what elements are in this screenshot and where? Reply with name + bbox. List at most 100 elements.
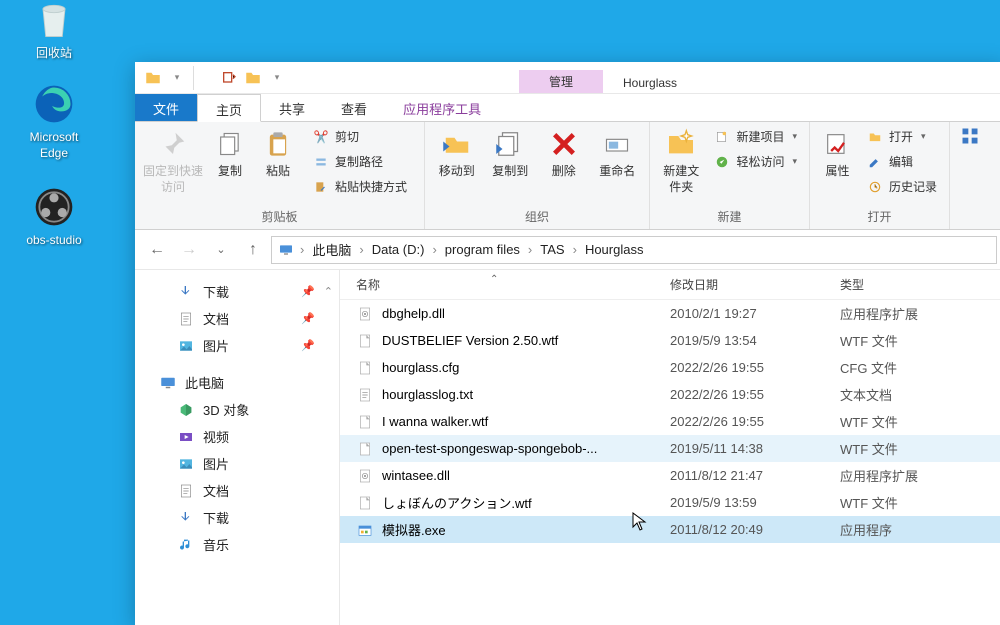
tab-share[interactable]: 共享 bbox=[261, 94, 323, 121]
sidebar-item-documents[interactable]: 文档📌 bbox=[135, 305, 339, 332]
column-header-date[interactable]: 修改日期 bbox=[670, 276, 840, 293]
sidebar-item-music[interactable]: 音乐 bbox=[135, 531, 339, 558]
table-row[interactable]: I wanna walker.wtf2022/2/26 19:55WTF 文件 bbox=[340, 408, 1000, 435]
delete-button[interactable]: 删除 bbox=[540, 126, 588, 180]
chevron-right-icon[interactable]: › bbox=[571, 242, 579, 257]
file-date: 2010/2/1 19:27 bbox=[670, 306, 840, 321]
sort-asc-icon: ⌃ bbox=[490, 274, 498, 285]
newfolder-button[interactable]: 新建文件夹 bbox=[658, 126, 704, 195]
copyto-icon bbox=[487, 126, 535, 162]
nav-recent-dropdown[interactable]: ⌄ bbox=[207, 236, 235, 264]
file-date: 2022/2/26 19:55 bbox=[670, 360, 840, 375]
tab-view[interactable]: 查看 bbox=[323, 94, 385, 121]
pin-icon: 📌 bbox=[301, 312, 315, 325]
sidebar-item-thispc[interactable]: 此电脑 bbox=[135, 369, 339, 396]
file-name: wintasee.dll bbox=[382, 468, 450, 483]
history-icon bbox=[867, 179, 883, 195]
table-row[interactable]: DUSTBELIEF Version 2.50.wtf2019/5/9 13:5… bbox=[340, 327, 1000, 354]
table-row[interactable]: しょぼんのアクション.wtf2019/5/9 13:59WTF 文件 bbox=[340, 489, 1000, 516]
column-header-name[interactable]: 名称⌃ bbox=[340, 276, 670, 293]
cut-icon: ✂️ bbox=[313, 129, 329, 145]
ribbon: 固定到快速访问 复制 粘贴 ✂️剪切 复制路径 粘贴快捷方式 剪贴板 bbox=[135, 122, 1000, 230]
file-type: WTF 文件 bbox=[840, 439, 1000, 458]
tab-home[interactable]: 主页 bbox=[197, 94, 261, 122]
desktop-edge[interactable]: Microsoft Edge bbox=[14, 82, 94, 161]
navigation-pane: 下载📌⌃ 文档📌 图片📌 此电脑 3D 对象 视频 bbox=[135, 270, 340, 625]
breadcrumb-programfiles[interactable]: program files bbox=[441, 240, 524, 259]
table-row[interactable]: dbghelp.dll2010/2/1 19:27应用程序扩展 bbox=[340, 300, 1000, 327]
breadcrumb-tas[interactable]: TAS bbox=[536, 240, 568, 259]
ribbon-group-organize: 组织 bbox=[433, 208, 641, 227]
copy-icon bbox=[209, 126, 251, 162]
qat-properties-button[interactable] bbox=[217, 66, 241, 90]
titlebar: ▾ ▾ 管理 Hourglass bbox=[135, 62, 1000, 94]
nav-forward-button[interactable]: → bbox=[175, 236, 203, 264]
nav-back-button[interactable]: ← bbox=[143, 236, 171, 264]
documents-icon bbox=[177, 310, 195, 328]
column-header-type[interactable]: 类型 bbox=[840, 276, 1000, 293]
chevron-right-icon[interactable]: › bbox=[298, 242, 306, 257]
breadcrumb-drive[interactable]: Data (D:) bbox=[368, 240, 429, 259]
properties-button[interactable]: 属性 bbox=[818, 126, 857, 180]
quick-access-toolbar: ▾ ▾ bbox=[135, 66, 289, 90]
sidebar-item-documents2[interactable]: 文档 bbox=[135, 477, 339, 504]
file-name: hourglasslog.txt bbox=[382, 387, 473, 402]
desktop-recycle-bin[interactable]: 回收站 bbox=[14, 0, 94, 62]
tab-apptools[interactable]: 应用程序工具 bbox=[385, 94, 499, 121]
table-row[interactable]: open-test-spongeswap-spongebob-...2019/5… bbox=[340, 435, 1000, 462]
file-type: CFG 文件 bbox=[840, 358, 1000, 377]
open-button[interactable]: 打开▾ bbox=[863, 126, 941, 147]
sidebar-item-videos[interactable]: 视频 bbox=[135, 423, 339, 450]
table-row[interactable]: hourglass.cfg2022/2/26 19:55CFG 文件 bbox=[340, 354, 1000, 381]
nav-up-button[interactable]: ↑ bbox=[239, 236, 267, 264]
moveto-button[interactable]: 移动到 bbox=[433, 126, 481, 180]
rename-button[interactable]: 重命名 bbox=[594, 126, 642, 180]
copy-button[interactable]: 复制 bbox=[209, 126, 251, 180]
file-type-icon bbox=[356, 305, 374, 323]
paste-button[interactable]: 粘贴 bbox=[257, 126, 299, 180]
table-row[interactable]: 模拟器.exe2011/8/12 20:49应用程序 bbox=[340, 516, 1000, 543]
copyto-button[interactable]: 复制到 bbox=[487, 126, 535, 180]
sidebar-item-pictures2[interactable]: 图片 bbox=[135, 450, 339, 477]
chevron-right-icon[interactable]: › bbox=[357, 242, 365, 257]
context-tab-header: 管理 bbox=[519, 70, 603, 93]
open-icon bbox=[867, 129, 883, 145]
pin-quickaccess-button[interactable]: 固定到快速访问 bbox=[143, 126, 203, 195]
table-row[interactable]: wintasee.dll2011/8/12 21:47应用程序扩展 bbox=[340, 462, 1000, 489]
chevron-right-icon[interactable]: › bbox=[430, 242, 438, 257]
qat-dropdown-icon[interactable]: ▾ bbox=[165, 66, 189, 90]
edit-button[interactable]: 编辑 bbox=[863, 151, 941, 172]
cut-button[interactable]: ✂️剪切 bbox=[309, 126, 411, 147]
file-date: 2019/5/9 13:59 bbox=[670, 495, 840, 510]
ribbon-tabs: 文件 主页 共享 查看 应用程序工具 bbox=[135, 94, 1000, 122]
history-button[interactable]: 历史记录 bbox=[863, 176, 941, 197]
breadcrumb-thispc[interactable]: 此电脑 bbox=[308, 238, 355, 261]
newitem-icon bbox=[714, 129, 730, 145]
sidebar-item-downloads[interactable]: 下载📌⌃ bbox=[135, 278, 339, 305]
music-icon bbox=[177, 536, 195, 554]
videos-icon bbox=[177, 428, 195, 446]
table-row[interactable]: hourglasslog.txt2022/2/26 19:55文本文档 bbox=[340, 381, 1000, 408]
qat-dropdown2-icon[interactable]: ▾ bbox=[265, 66, 289, 90]
sidebar-item-3dobjects[interactable]: 3D 对象 bbox=[135, 396, 339, 423]
newitem-button[interactable]: 新建项目▾ bbox=[710, 126, 801, 147]
sidebar-item-downloads2[interactable]: 下载 bbox=[135, 504, 339, 531]
ribbon-group-clipboard: 剪贴板 bbox=[143, 208, 416, 227]
breadcrumb-hourglass[interactable]: Hourglass bbox=[581, 240, 648, 259]
desktop-obs[interactable]: obs-studio bbox=[14, 185, 94, 249]
address-bar[interactable]: › 此电脑 › Data (D:) › program files › TAS … bbox=[271, 236, 997, 264]
pictures-icon bbox=[177, 455, 195, 473]
copypath-button[interactable]: 复制路径 bbox=[309, 151, 411, 172]
file-type-icon bbox=[356, 440, 374, 458]
file-list[interactable]: dbghelp.dll2010/2/1 19:27应用程序扩展DUSTBELIE… bbox=[340, 300, 1000, 625]
file-date: 2011/8/12 21:47 bbox=[670, 468, 840, 483]
sidebar-item-pictures[interactable]: 图片📌 bbox=[135, 332, 339, 359]
qat-newfolder-button[interactable] bbox=[241, 66, 265, 90]
pasteshortcut-button[interactable]: 粘贴快捷方式 bbox=[309, 176, 411, 197]
tab-file[interactable]: 文件 bbox=[135, 94, 197, 121]
select-all-icon[interactable] bbox=[960, 126, 980, 146]
file-name: 模拟器.exe bbox=[382, 520, 446, 539]
chevron-right-icon[interactable]: › bbox=[526, 242, 534, 257]
desktop-icon-label: 回收站 bbox=[14, 46, 94, 62]
easyaccess-button[interactable]: 轻松访问▾ bbox=[710, 151, 801, 172]
